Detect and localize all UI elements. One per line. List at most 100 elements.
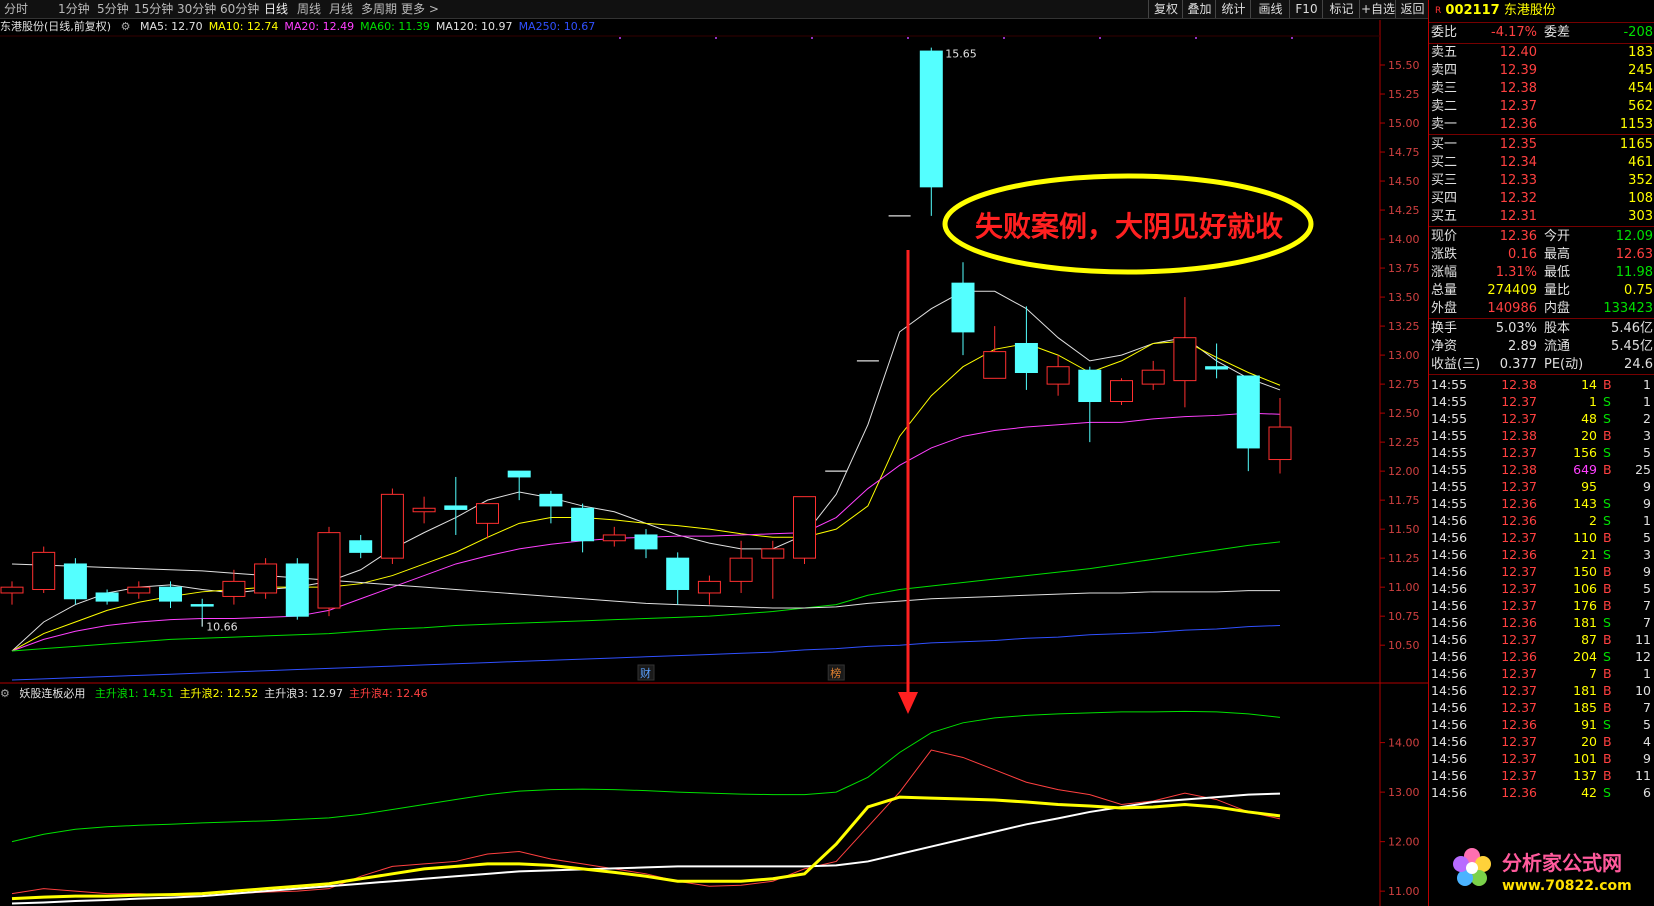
candle-body [63, 563, 87, 600]
candle [1268, 398, 1292, 474]
settings-icon[interactable]: ⚙ [0, 687, 10, 700]
fund-label: PE(动) [1544, 357, 1584, 372]
quote-label: 涨跌 [1431, 247, 1458, 262]
tick-volume: 150 [1573, 564, 1597, 579]
event-dot [811, 37, 813, 39]
candle-body [1236, 375, 1260, 449]
candle-body [793, 496, 816, 559]
tick-count: 7 [1643, 598, 1651, 613]
tick-row: 14:56 12.36 204 S 12 [1429, 648, 1654, 666]
y-tick-label: 14.00 [1388, 233, 1420, 246]
candle-body [507, 470, 531, 478]
candle-body [1173, 337, 1197, 382]
candle-body [127, 586, 151, 594]
buy-volume: 461 [1628, 155, 1653, 170]
candle [317, 526, 341, 617]
candle [697, 575, 721, 605]
tick-count: 25 [1635, 462, 1651, 477]
fund-value: 2.89 [1508, 339, 1537, 354]
tick-row: 14:56 12.37 181 B 10 [1429, 682, 1654, 700]
ind-y-tick-label: 12.00 [1388, 836, 1420, 849]
tick-volume: 204 [1573, 649, 1597, 664]
tick-count: 3 [1643, 428, 1651, 443]
candle-body [634, 534, 658, 550]
candle [571, 503, 595, 553]
tick-price: 12.37 [1501, 632, 1537, 647]
order-ratio-row: 委比 -4.17% 委差 -208 [1429, 24, 1654, 42]
separator [1429, 226, 1654, 227]
tick-row: 14:56 12.36 42 S 6 [1429, 784, 1654, 802]
stock-code: 002117 [1445, 3, 1500, 18]
event-dot [1195, 37, 1197, 39]
fundamental-row: 收益(三) 0.377 PE(动) 24.6 [1429, 356, 1654, 374]
tick-volume: 106 [1573, 581, 1597, 596]
candle-body [1268, 426, 1292, 461]
tick-time: 14:56 [1431, 581, 1468, 596]
tick-direction: S [1603, 649, 1611, 664]
tick-count: 5 [1643, 717, 1651, 732]
quote-row: 总量 274409 量比 0.75 [1429, 282, 1654, 300]
tick-count: 9 [1643, 496, 1651, 511]
sell-volume: 183 [1628, 45, 1653, 60]
tick-time: 14:56 [1431, 768, 1468, 783]
tick-row: 14:56 12.37 150 B 9 [1429, 563, 1654, 581]
tick-row: 14:55 12.37 48 S 2 [1429, 410, 1654, 428]
tick-price: 12.37 [1501, 683, 1537, 698]
candle-body [602, 534, 626, 542]
tick-price: 12.36 [1501, 717, 1537, 732]
tick-price: 12.36 [1501, 496, 1537, 511]
y-tick-label: 13.50 [1388, 291, 1420, 304]
sell-label: 卖三 [1431, 81, 1458, 96]
candle-body [697, 580, 721, 594]
candle [380, 488, 404, 564]
candle-body [444, 505, 468, 510]
quote-label: 最高 [1544, 247, 1571, 262]
quote-value: 0.16 [1508, 247, 1537, 262]
tick-row: 14:56 12.37 176 B 7 [1429, 597, 1654, 615]
y-tick-label: 13.25 [1388, 320, 1420, 333]
tick-volume: 20 [1581, 734, 1597, 749]
buy-volume: 1165 [1619, 137, 1653, 152]
tick-count: 5 [1643, 581, 1651, 596]
y-tick-label: 12.25 [1388, 436, 1420, 449]
candle [285, 558, 309, 620]
tick-direction: S [1603, 717, 1611, 732]
tick-volume: 185 [1573, 700, 1597, 715]
event-dot [619, 37, 621, 39]
buy-level-row: 买一 12.35 1165 [1429, 136, 1654, 154]
kline-chart[interactable]: 10.50 10.75 11.00 11.25 11.50 11.75 12.00 12.25… [0, 0, 1428, 906]
fund-label: 流通 [1544, 339, 1571, 354]
stock-name: 东港股份 [1503, 3, 1556, 18]
sell-level-row: 卖五 12.40 183 [1429, 44, 1654, 62]
tick-count: 3 [1643, 547, 1651, 562]
candle [602, 526, 626, 547]
sell-label: 卖四 [1431, 63, 1458, 78]
tick-volume: 95 [1581, 479, 1597, 494]
candle [761, 540, 785, 599]
tick-row: 14:56 12.37 7 B 1 [1429, 665, 1654, 683]
tick-direction: B [1603, 683, 1612, 698]
tick-direction: B [1603, 666, 1612, 681]
fundamental-row: 换手 5.03% 股本 5.46亿 [1429, 320, 1654, 338]
tick-price: 12.38 [1501, 428, 1537, 443]
tick-direction: S [1603, 615, 1611, 630]
tick-count: 9 [1643, 564, 1651, 579]
tick-time: 14:55 [1431, 479, 1468, 494]
ind-y-tick-label: 13.00 [1388, 786, 1420, 799]
y-tick-label: 11.75 [1388, 494, 1420, 507]
tick-price: 12.37 [1501, 564, 1537, 579]
tick-direction: B [1603, 581, 1612, 596]
quote-panel: R 002117 东港股份 委比 -4.17% 委差 -208 卖五 12.40 183 卖四… [1428, 0, 1654, 906]
quote-row: 涨跌 0.16 最高 12.63 [1429, 246, 1654, 264]
indicator-line-0 [11, 710, 1281, 843]
y-tick-label: 15.00 [1388, 117, 1420, 130]
quote-label: 涨幅 [1431, 265, 1458, 280]
event-marker[interactable]: 榜 [830, 666, 841, 680]
event-marker[interactable]: 财 [640, 666, 651, 680]
y-tick-label: 10.75 [1388, 610, 1420, 623]
watermark-name: 分析家公式网 [1502, 851, 1622, 875]
tick-row: 14:56 12.36 21 S 3 [1429, 546, 1654, 564]
candle-body [761, 548, 785, 559]
tick-row: 14:56 12.37 106 B 5 [1429, 580, 1654, 598]
tick-row: 14:56 12.37 101 B 9 [1429, 750, 1654, 768]
